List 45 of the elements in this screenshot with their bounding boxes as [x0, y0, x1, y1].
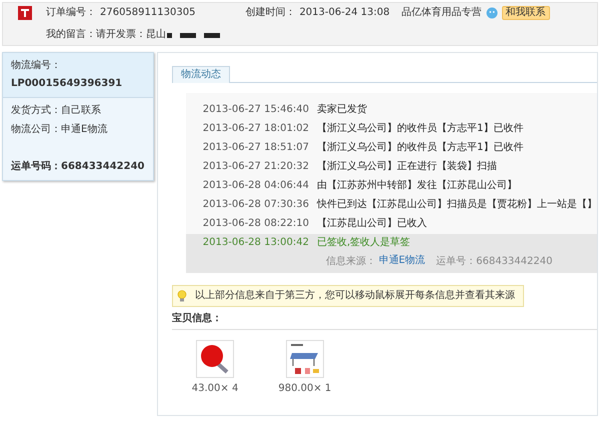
event-time: 2013-06-27 18:01:02: [202, 122, 309, 136]
event-time: 2013-06-27 18:51:07: [202, 141, 309, 155]
items-title: 宝贝信息：: [172, 313, 597, 330]
logistics-company: 物流公司：申通E物流: [11, 123, 108, 137]
paddle-icon: [196, 340, 234, 378]
event-text: 【浙江义乌公司】正在进行【装袋】扫描: [317, 160, 497, 174]
item-price: 43.00× 4: [192, 382, 238, 396]
contact-button[interactable]: 和我联系: [502, 6, 550, 20]
created-label: 创建时间：: [245, 6, 296, 20]
event-text: 【江苏昆山公司】已收入: [317, 217, 427, 231]
event-time: 2013-06-28 07:30:36: [202, 198, 309, 212]
event-time: 2013-06-27 21:20:32: [202, 160, 309, 174]
logistics-id-label: 物流编号：: [11, 59, 62, 73]
redaction-mark: [180, 32, 196, 38]
lightbulb-icon: [176, 290, 187, 302]
created-time: 2013-06-24 13:08: [299, 6, 390, 20]
waybill-number: 运单号码：668433442240: [11, 160, 144, 174]
source-waybill: 运单号：668433442240: [436, 255, 552, 269]
event-time: 2013-06-28 08:22:10: [202, 217, 309, 231]
table-tennis-table-icon: [286, 340, 324, 378]
shop-name: 品亿体育用品专营: [402, 6, 482, 20]
source-label: 信息来源：: [326, 255, 376, 269]
event-text: 【浙江义乌公司】的收件员【方志平1】已收件: [317, 122, 524, 136]
event-time: 2013-06-27 15:46:40: [202, 103, 309, 117]
event-text: 卖家已发货: [317, 103, 367, 117]
item-price: 980.00× 1: [278, 382, 332, 396]
event-text: 由【江苏苏州中转部】发往【江苏昆山公司】: [317, 179, 517, 193]
redaction-mark: [167, 32, 172, 38]
notice-text: 以上部分信息来自于第三方，您可以移动鼠标展开每条信息并查看其来源: [194, 289, 515, 303]
message-text: 请开发票：昆山: [96, 28, 166, 42]
tab[interactable]: 物流动态: [172, 66, 230, 83]
logistics-id: LP00015649396391: [11, 77, 124, 91]
event-time: 2013-06-28 04:06:44: [202, 179, 309, 193]
event-text: 【浙江义乌公司】的收件员【方志平1】已收件: [317, 141, 524, 155]
message-label: 我的留言：: [46, 28, 96, 42]
order-number: 276058911130305: [100, 6, 196, 20]
event-time: 2013-06-28 13:00:42: [202, 236, 309, 250]
chat-icon: [486, 7, 498, 19]
redaction-mark: [204, 32, 220, 38]
event-text: 快件已到达【江苏昆山公司】扫描员是【贾花粉】上一站是【】: [317, 198, 597, 212]
order-number-label: 订单编号：: [46, 6, 96, 20]
source-link[interactable]: 申通E物流: [378, 255, 426, 269]
shop-logo-icon: [18, 6, 32, 20]
event-text: 已签收,签收人是草签: [317, 236, 410, 250]
shipping-method: 发货方式：自己联系: [11, 104, 102, 118]
